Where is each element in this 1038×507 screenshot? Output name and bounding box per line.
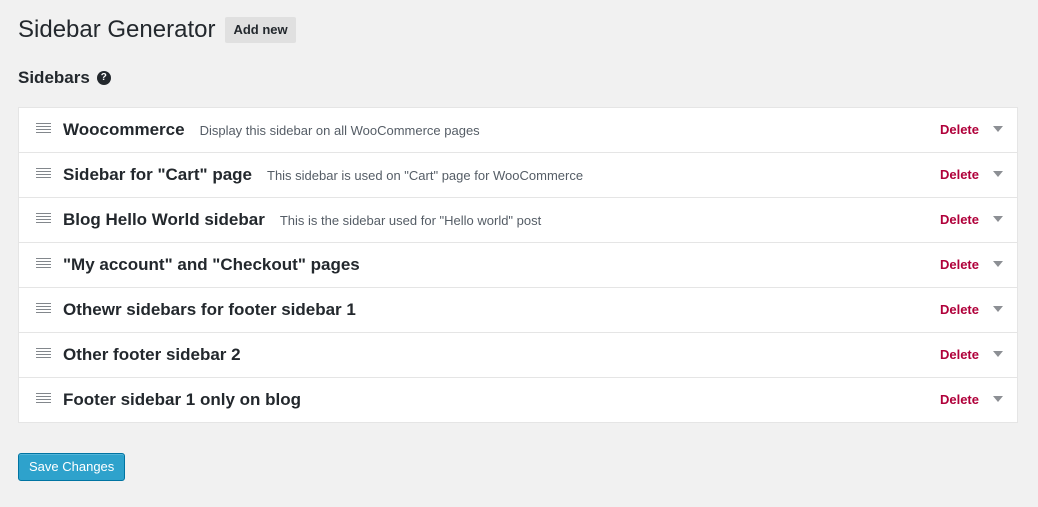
delete-link[interactable]: Delete xyxy=(940,108,979,152)
sidebar-name: Sidebar for "Cart" page This sidebar is u… xyxy=(63,153,583,198)
sidebar-name-text: "My account" and "Checkout" pages xyxy=(63,255,360,274)
chevron-down-icon[interactable] xyxy=(993,126,1003,132)
drag-handle-icon[interactable] xyxy=(36,123,51,135)
page-title: Sidebar Generator xyxy=(18,16,216,43)
chevron-down-icon[interactable] xyxy=(993,216,1003,222)
sidebar-description: This sidebar is used on "Cart" page for … xyxy=(267,168,584,183)
drag-handle-icon[interactable] xyxy=(36,393,51,405)
delete-link[interactable]: Delete xyxy=(940,198,979,242)
sidebar-name: Woocommerce Display this sidebar on all W… xyxy=(63,108,480,153)
sidebar-row[interactable]: Other footer sidebar 2 Delete xyxy=(19,333,1017,378)
sidebar-description: This is the sidebar used for "Hello worl… xyxy=(279,213,542,228)
sidebar-row[interactable]: Footer sidebar 1 only on blog Delete xyxy=(19,378,1017,422)
sidebar-row[interactable]: Sidebar for "Cart" page This sidebar is u… xyxy=(19,153,1017,198)
sidebar-description: Display this sidebar on all WooCommerce … xyxy=(199,123,480,138)
delete-link[interactable]: Delete xyxy=(940,243,979,287)
drag-handle-icon[interactable] xyxy=(36,348,51,360)
sidebar-name-text: Footer sidebar 1 only on blog xyxy=(63,390,302,409)
sidebar-name: Footer sidebar 1 only on blog xyxy=(63,378,301,422)
drag-handle-icon[interactable] xyxy=(36,258,51,270)
chevron-down-icon[interactable] xyxy=(993,261,1003,267)
sidebar-name-text: Sidebar for "Cart" page xyxy=(63,165,252,184)
chevron-down-icon[interactable] xyxy=(993,306,1003,312)
sidebar-list: Woocommerce Display this sidebar on all W… xyxy=(18,107,1018,423)
chevron-down-icon[interactable] xyxy=(993,171,1003,177)
chevron-down-icon[interactable] xyxy=(993,351,1003,357)
sidebar-row[interactable]: "My account" and "Checkout" pages Delete xyxy=(19,243,1017,288)
sidebar-name-text: Othewr sidebars for footer sidebar 1 xyxy=(63,300,356,319)
sidebar-name-text: Blog Hello World sidebar xyxy=(63,210,265,229)
add-new-button[interactable]: Add new xyxy=(225,17,296,43)
sidebar-name: Othewr sidebars for footer sidebar 1 xyxy=(63,288,356,332)
sidebar-name-text: Other footer sidebar 2 xyxy=(63,345,241,364)
drag-handle-icon[interactable] xyxy=(36,168,51,180)
sidebar-row[interactable]: Blog Hello World sidebar This is the side… xyxy=(19,198,1017,243)
sidebar-name-text: Woocommerce xyxy=(63,120,185,139)
section-title: Sidebars xyxy=(18,68,90,87)
delete-link[interactable]: Delete xyxy=(940,378,979,422)
save-changes-button[interactable]: Save Changes xyxy=(18,453,126,481)
chevron-down-icon[interactable] xyxy=(993,396,1003,402)
sidebar-name: "My account" and "Checkout" pages xyxy=(63,243,360,287)
sidebar-generator-page: Sidebar Generator Add new Sidebars ? Woo… xyxy=(0,0,1038,507)
sidebar-name: Other footer sidebar 2 xyxy=(63,333,241,377)
drag-handle-icon[interactable] xyxy=(36,303,51,315)
sidebar-name: Blog Hello World sidebar This is the side… xyxy=(63,198,541,243)
delete-link[interactable]: Delete xyxy=(940,153,979,197)
drag-handle-icon[interactable] xyxy=(36,213,51,225)
delete-link[interactable]: Delete xyxy=(940,333,979,377)
help-icon[interactable]: ? xyxy=(96,71,111,85)
page-header: Sidebar Generator Add new xyxy=(18,14,296,46)
delete-link[interactable]: Delete xyxy=(940,288,979,332)
sidebar-row[interactable]: Woocommerce Display this sidebar on all W… xyxy=(19,108,1017,153)
sidebar-row[interactable]: Othewr sidebars for footer sidebar 1 Del… xyxy=(19,288,1017,333)
sidebars-section-header: Sidebars ? xyxy=(18,68,111,88)
